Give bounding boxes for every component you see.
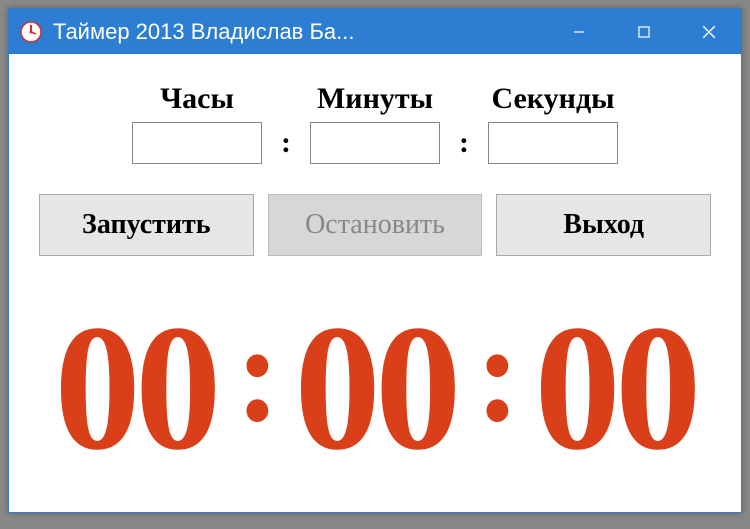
colon-separator: : bbox=[450, 126, 478, 160]
hours-input[interactable] bbox=[132, 122, 262, 164]
app-window: Таймер 2013 Владислав Ба... Часы Минуты … bbox=[8, 8, 742, 513]
exit-button[interactable]: Выход bbox=[496, 194, 711, 256]
seconds-label: Секунды bbox=[478, 82, 628, 116]
window-title: Таймер 2013 Владислав Ба... bbox=[53, 19, 546, 45]
input-labels-row: Часы Минуты Секунды bbox=[39, 82, 711, 116]
stop-button: Остановить bbox=[268, 194, 483, 256]
minutes-label: Минуты bbox=[300, 82, 450, 116]
app-icon bbox=[19, 20, 43, 44]
close-button[interactable] bbox=[676, 9, 741, 54]
colon-separator: : bbox=[272, 126, 300, 160]
titlebar-controls bbox=[546, 9, 741, 54]
minimize-button[interactable] bbox=[546, 9, 611, 54]
start-button[interactable]: Запустить bbox=[39, 194, 254, 256]
titlebar[interactable]: Таймер 2013 Владислав Ба... bbox=[9, 9, 741, 54]
display-colon: : bbox=[476, 304, 515, 444]
seconds-input[interactable] bbox=[488, 122, 618, 164]
buttons-row: Запустить Остановить Выход bbox=[39, 194, 711, 256]
display-seconds: 00 bbox=[534, 298, 695, 478]
display-hours: 00 bbox=[54, 298, 215, 478]
display-minutes: 00 bbox=[294, 298, 455, 478]
maximize-button[interactable] bbox=[611, 9, 676, 54]
minutes-input[interactable] bbox=[310, 122, 440, 164]
time-display: 00 : 00 : 00 bbox=[52, 274, 697, 502]
hours-label: Часы bbox=[122, 82, 272, 116]
display-colon: : bbox=[236, 304, 275, 444]
inputs-row: : : bbox=[39, 122, 711, 164]
client-area: Часы Минуты Секунды : : Запустить Остано… bbox=[9, 54, 741, 512]
